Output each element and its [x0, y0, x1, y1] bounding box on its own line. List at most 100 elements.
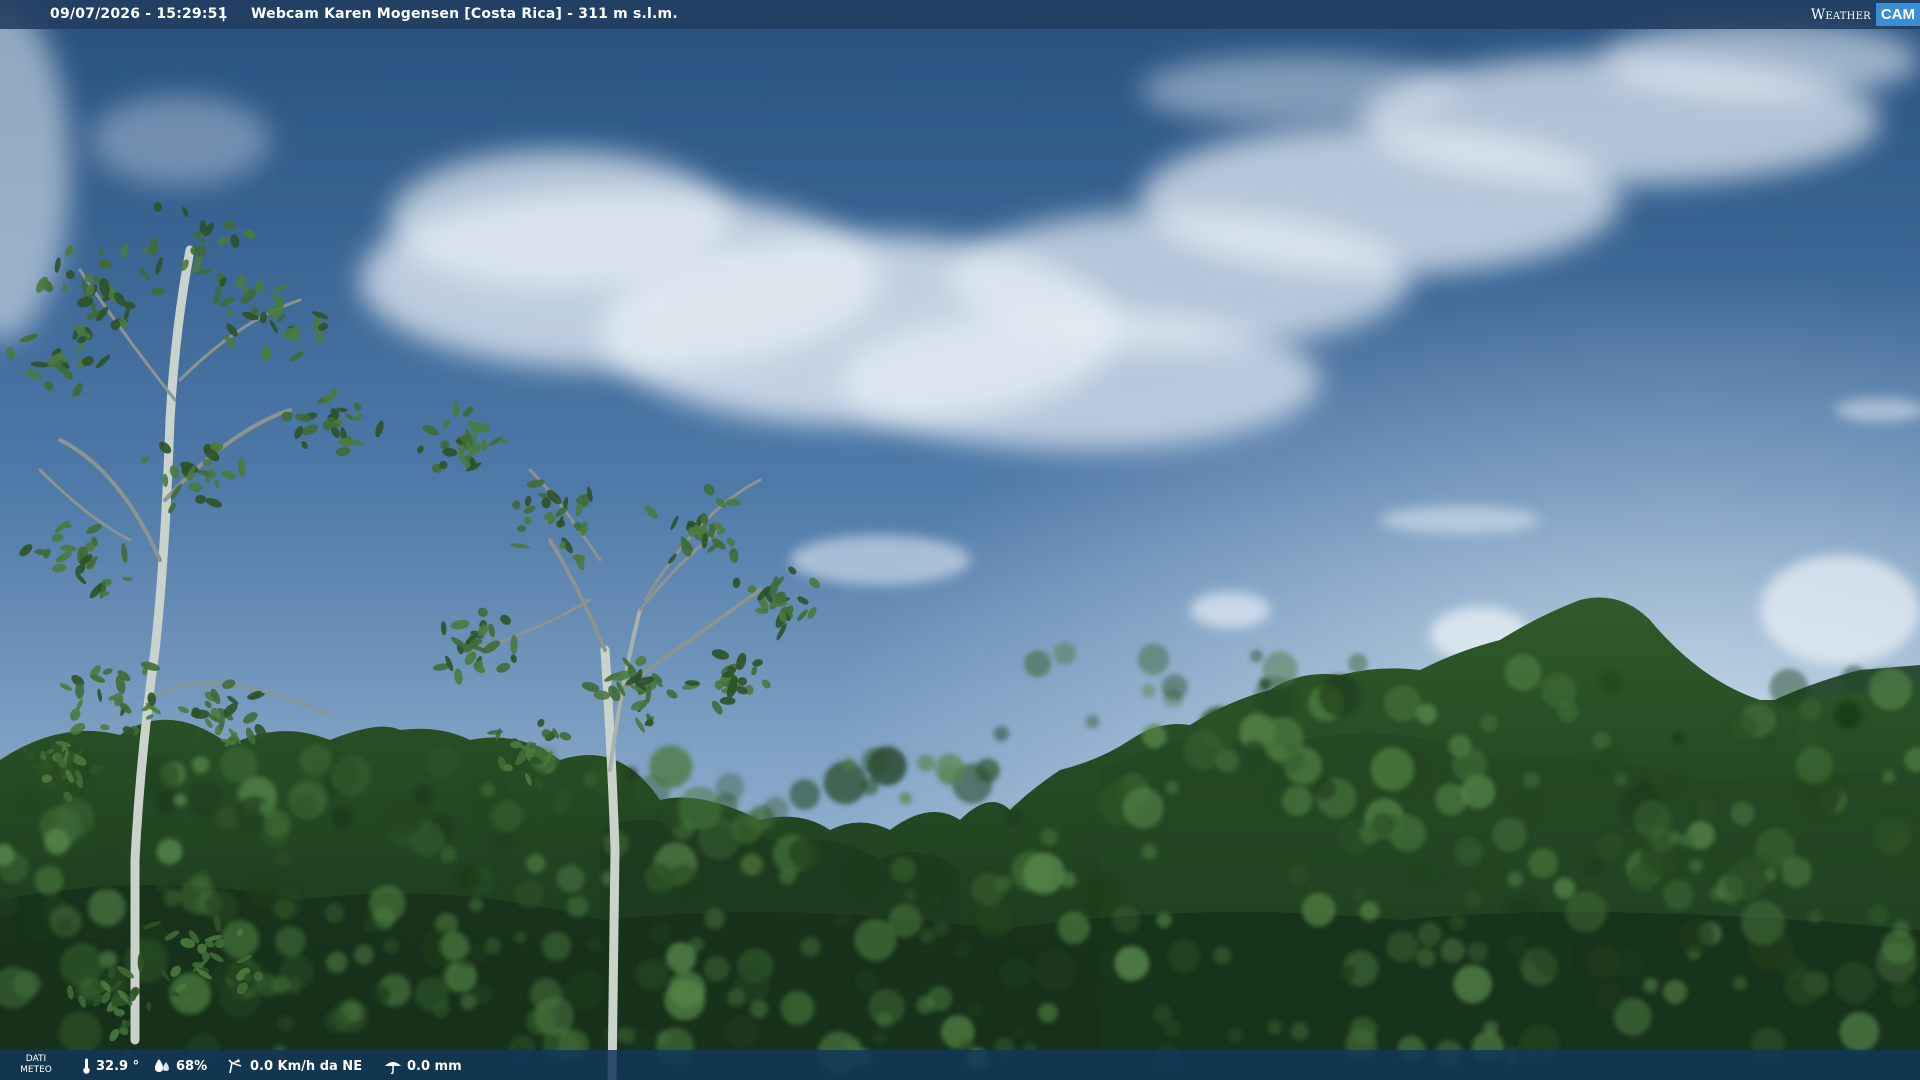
foliage-blob	[778, 867, 797, 885]
foliage-blob	[1679, 919, 1715, 955]
foliage-blob	[460, 993, 477, 1010]
foliage-blob	[1318, 674, 1362, 717]
wind-icon	[228, 1059, 242, 1074]
foliage-blob	[1417, 922, 1442, 947]
foliage-blob	[1241, 740, 1267, 766]
leaf	[338, 437, 357, 447]
foliage-blob	[899, 792, 912, 805]
foliage-blob	[174, 793, 187, 807]
foliage-blob	[1803, 784, 1839, 819]
foliage-blob	[1492, 817, 1527, 852]
foliage-blob	[1881, 770, 1896, 784]
foliage-blob	[156, 879, 169, 892]
foliage-blob	[1288, 865, 1309, 885]
foliage-blob	[842, 757, 856, 771]
foliage-blob	[832, 910, 851, 929]
weather-label-line2: METEO	[20, 1065, 52, 1075]
foliage-blob	[556, 865, 585, 893]
foliage-blob	[861, 747, 890, 776]
foliage-blob	[492, 800, 524, 832]
leaf	[725, 498, 741, 507]
foliage-blob	[1348, 653, 1368, 674]
foliage-blob	[954, 941, 971, 959]
foliage-blob	[1467, 941, 1488, 963]
foliage-blob	[1502, 895, 1542, 934]
foliage-blob	[1869, 667, 1912, 711]
foliage-blob	[1872, 817, 1911, 856]
thermometer-icon	[83, 1058, 90, 1074]
rain-value: 0.0 mm	[407, 1058, 462, 1074]
foliage-blob	[1156, 912, 1172, 928]
foliage-blob	[926, 986, 953, 1012]
foliage-blob	[724, 1014, 759, 1049]
foliage-blob	[1834, 701, 1862, 730]
foliage-blob	[649, 745, 693, 789]
foliage-blob	[414, 976, 449, 1012]
foliage-blob	[635, 958, 669, 991]
foliage-blob	[300, 744, 332, 777]
foliage-blob	[1585, 857, 1602, 874]
leaf	[98, 246, 104, 256]
leaf	[316, 331, 324, 344]
foliage-blob	[191, 756, 210, 774]
foliage-blob	[1359, 901, 1380, 922]
foliage-blob	[492, 831, 513, 852]
foliage-blob	[274, 926, 306, 957]
foliage-blob	[541, 931, 572, 961]
foliage-blob	[246, 874, 280, 908]
foliage-blob	[1663, 979, 1688, 1004]
foliage-blob	[1528, 848, 1559, 879]
foliage-blob	[854, 918, 897, 962]
foliage-blob	[1504, 654, 1542, 691]
foliage-blob	[1740, 901, 1785, 945]
foliage-blob	[1532, 937, 1575, 979]
foliage-blob	[704, 908, 725, 930]
temperature-reading: 32.9 °	[82, 1058, 139, 1074]
rain-cloud-icon	[385, 1062, 401, 1074]
foliage-blob	[59, 943, 104, 988]
camera-title: Webcam Karen Mogensen [Costa Rica] - 311…	[251, 6, 678, 22]
foliage-blob	[1465, 890, 1482, 907]
foliage-blob	[1483, 1020, 1499, 1036]
foliage-blob	[1417, 768, 1441, 791]
foliage-blob	[1137, 643, 1170, 675]
foliage-blob	[1730, 714, 1758, 742]
foliage-blob	[800, 936, 821, 957]
foliage-blob	[330, 755, 371, 796]
foliage-blob	[58, 1010, 103, 1055]
foliage-blob	[1183, 730, 1224, 771]
foliage-blob	[88, 888, 126, 927]
foliage-blob	[220, 745, 258, 784]
foliage-blob	[34, 865, 64, 896]
foliage-blob	[966, 1000, 984, 1018]
foliage-blob	[1152, 1004, 1172, 1024]
foliage-blob	[515, 880, 544, 909]
rain-reading: 0.0 mm	[384, 1058, 462, 1074]
foliage-blob	[1386, 930, 1419, 963]
foliage-blob	[1521, 949, 1535, 963]
foliage-blob	[526, 853, 546, 874]
weather-data-bar: DATI METEO 32.9 ° 68% 0.0 Km/h da NE 0.0…	[0, 1050, 1920, 1080]
logo-weather-text: Weather	[1810, 6, 1871, 23]
foliage-blob	[457, 866, 481, 890]
foliage-blob	[855, 970, 879, 994]
foliage-blob	[1250, 649, 1263, 663]
foliage-blob	[1596, 744, 1626, 775]
foliage-blob	[1663, 879, 1694, 911]
foliage-blob	[1384, 685, 1422, 722]
foliage-blob	[975, 758, 1000, 783]
foliage-blob	[1228, 1027, 1243, 1043]
foliage-blob	[55, 798, 95, 838]
foliage-blob	[933, 920, 950, 936]
foliage-blob	[1033, 948, 1077, 992]
top-info-bar: 09/07/2026 - 15:29:51 | Webcam Karen Mog…	[0, 0, 1920, 29]
logo-cam-text: CAM	[1875, 3, 1920, 26]
foliage-blob	[1614, 773, 1627, 786]
foliage-blob	[1282, 785, 1313, 817]
foliage-blob	[789, 779, 820, 810]
foliage-blob	[99, 951, 118, 969]
foliage-blob	[514, 931, 527, 944]
foliage-blob	[1522, 771, 1540, 789]
foliage-blob	[925, 869, 952, 897]
foliage-blob	[861, 778, 879, 796]
